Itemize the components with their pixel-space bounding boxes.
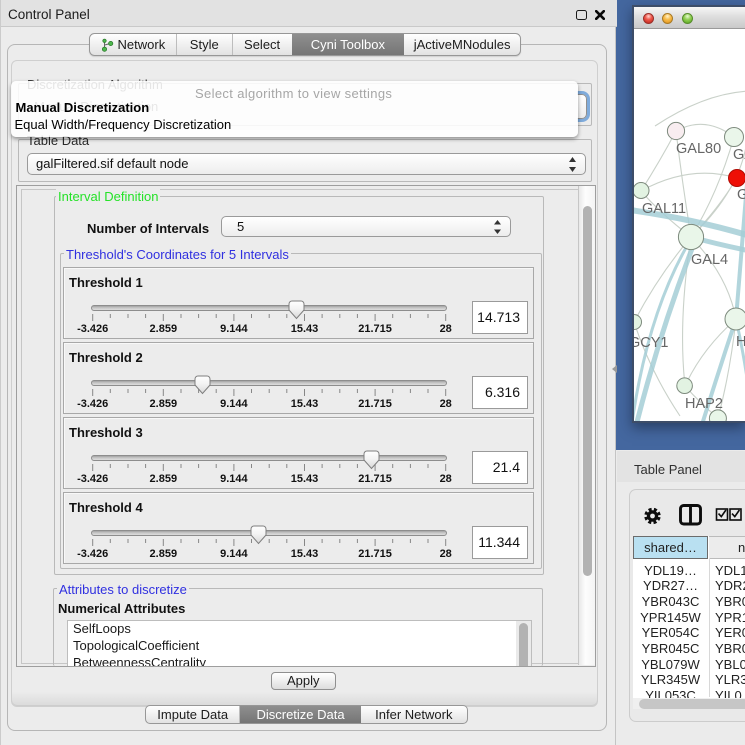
svg-text:GAL4: GAL4 xyxy=(691,252,728,268)
svg-text:GCY1: GCY1 xyxy=(634,335,669,351)
svg-text:GAL11: GAL11 xyxy=(642,201,686,217)
svg-text:H: H xyxy=(736,334,745,350)
svg-text:GAL80: GAL80 xyxy=(676,141,721,157)
svg-text:G: G xyxy=(737,187,745,203)
svg-text:HAP2: HAP2 xyxy=(685,396,723,412)
svg-text:GA: GA xyxy=(733,147,745,163)
